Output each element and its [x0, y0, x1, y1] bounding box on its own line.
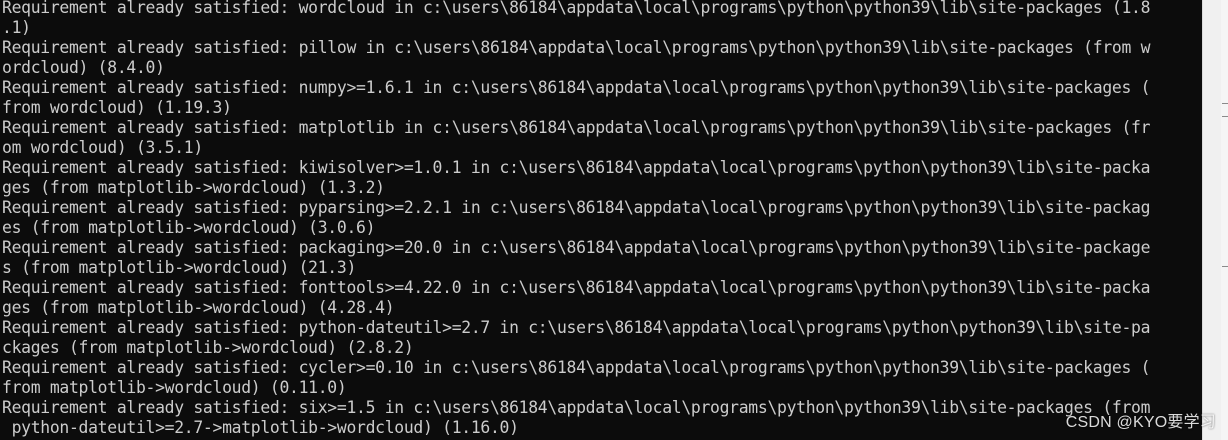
window-edge-mark — [1222, 116, 1228, 117]
terminal-line: Requirement already satisfied: numpy>=1.… — [2, 78, 1151, 97]
terminal-line: Requirement already satisfied: python-da… — [2, 318, 1151, 337]
terminal-line: Requirement already satisfied: wordcloud… — [2, 0, 1151, 17]
terminal-line: ges (from matplotlib->wordcloud) (1.3.2) — [2, 178, 385, 197]
terminal-line: from matplotlib->wordcloud) (0.11.0) — [2, 378, 347, 397]
terminal-line: Requirement already satisfied: matplotli… — [2, 118, 1151, 137]
terminal-line: .1) — [2, 18, 31, 37]
terminal-line: ordcloud) (8.4.0) — [2, 58, 165, 77]
window-edge — [1221, 0, 1228, 440]
terminal-line: python-dateutil>=2.7->matplotlib->wordcl… — [2, 418, 519, 437]
terminal-line: Requirement already satisfied: six>=1.5 … — [2, 398, 1151, 417]
terminal-line: Requirement already satisfied: pillow in… — [2, 38, 1151, 57]
terminal-output: Requirement already satisfied: wordcloud… — [2, 0, 1150, 438]
window-edge-mark — [1222, 266, 1228, 267]
terminal-line: Requirement already satisfied: fonttools… — [2, 278, 1151, 297]
terminal-window[interactable]: Requirement already satisfied: wordcloud… — [0, 0, 1202, 440]
terminal-line: ges (from matplotlib->wordcloud) (4.28.4… — [2, 298, 395, 317]
terminal-line: om wordcloud) (3.5.1) — [2, 138, 203, 157]
terminal-line: Requirement already satisfied: cycler>=0… — [2, 358, 1151, 377]
terminal-line: from wordcloud) (1.19.3) — [2, 98, 232, 117]
vertical-scrollbar[interactable] — [1202, 0, 1221, 440]
terminal-line: Requirement already satisfied: packaging… — [2, 238, 1151, 257]
terminal-line: ckages (from matplotlib->wordcloud) (2.8… — [2, 338, 414, 357]
terminal-line: Requirement already satisfied: kiwisolve… — [2, 158, 1151, 177]
terminal-line: s (from matplotlib->wordcloud) (21.3) — [2, 258, 357, 277]
window-edge-mark — [1222, 103, 1228, 104]
terminal-line: Requirement already satisfied: pyparsing… — [2, 198, 1151, 217]
terminal-line: es (from matplotlib->wordcloud) (3.0.6) — [2, 218, 376, 237]
